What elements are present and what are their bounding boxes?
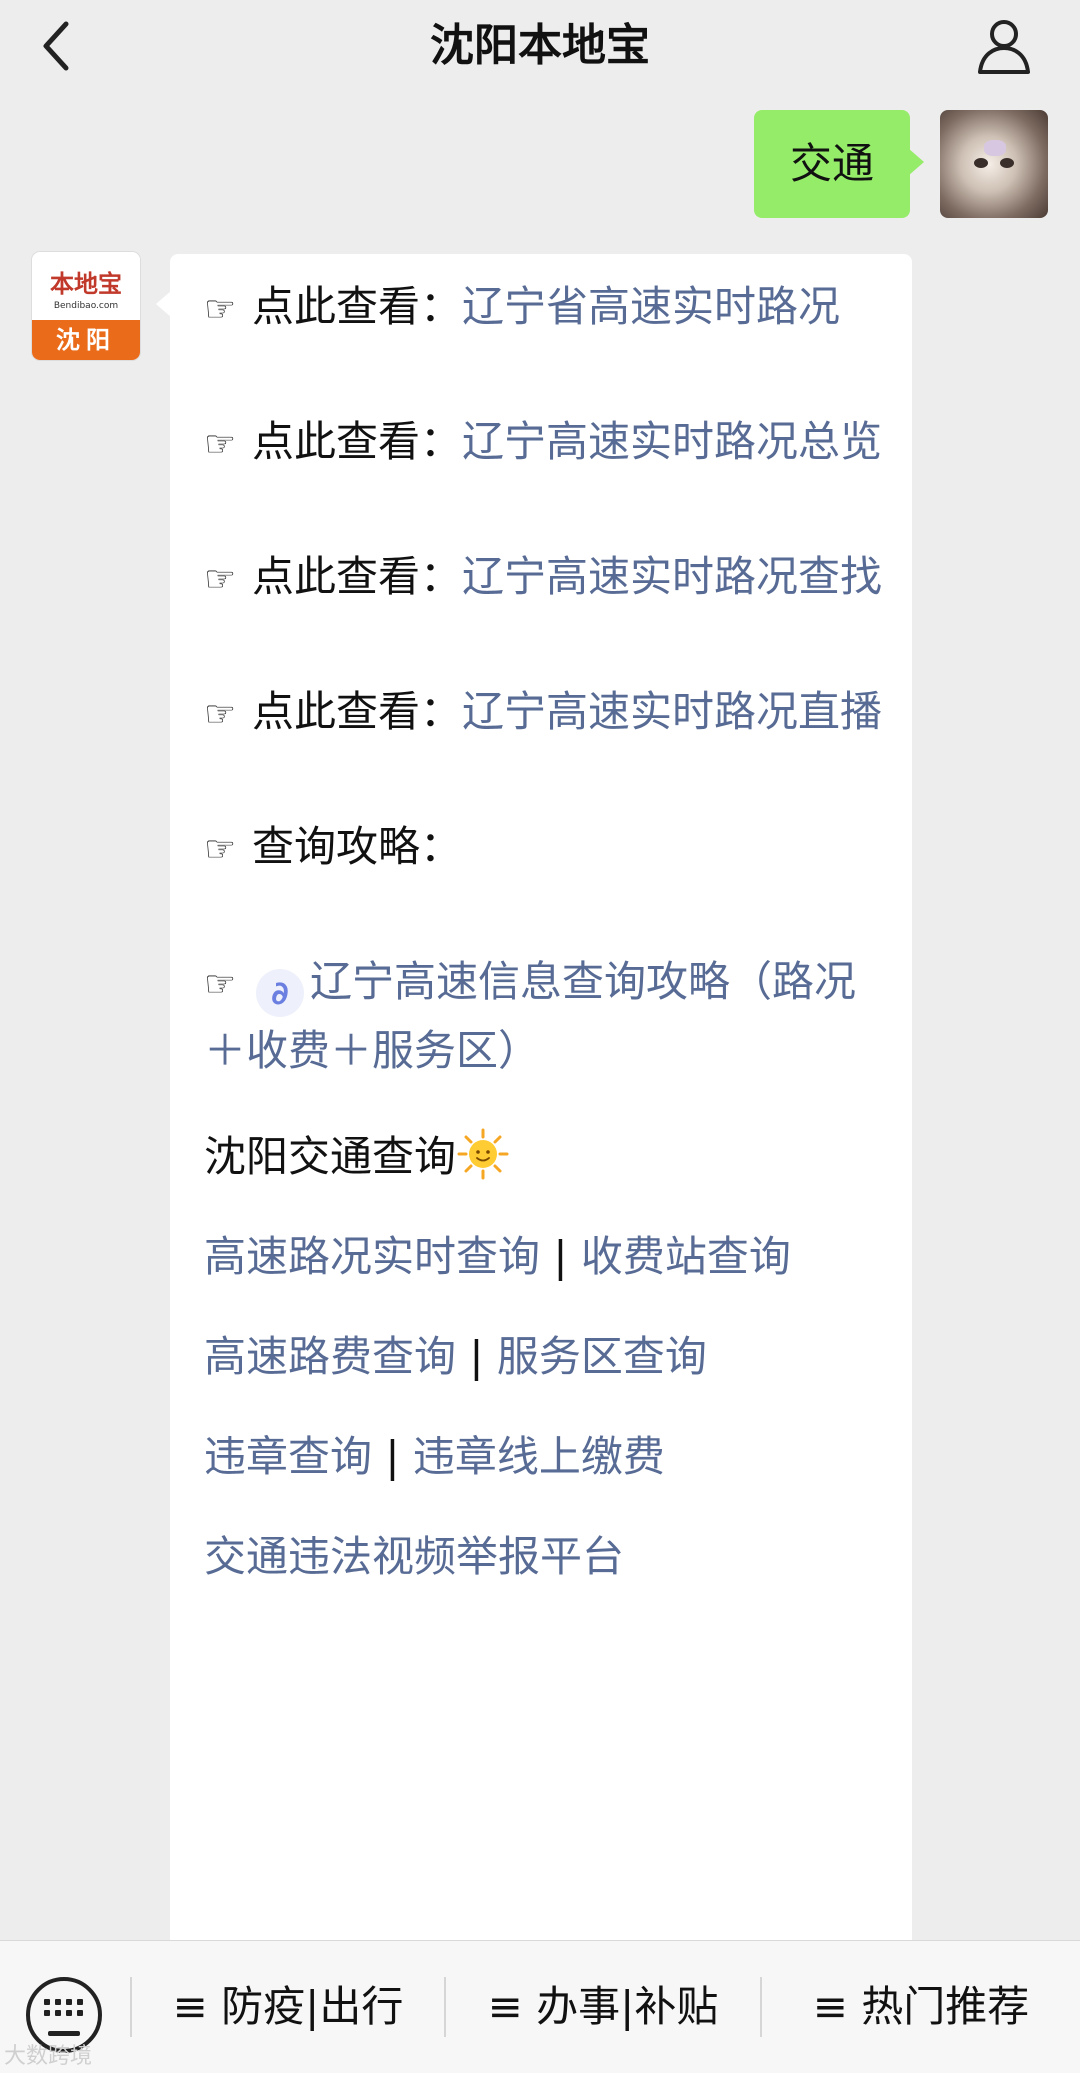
pointing-hand-icon: ☞ <box>204 964 237 1005</box>
menu-epidemic-travel[interactable]: ≡ 防疫|出行 <box>132 1941 444 2073</box>
mini-program-icon: ∂ <box>256 969 304 1017</box>
pointing-hand-icon: ☞ <box>204 559 237 600</box>
link-pair: 高速路费查询 | 服务区查询 <box>204 1324 894 1390</box>
separator: | <box>456 1332 497 1381</box>
link-road-search[interactable]: 辽宁高速实时路况查找 <box>462 552 882 601</box>
cat-eye <box>974 158 988 168</box>
cat-bow <box>984 140 1006 156</box>
section-title-text: 沈阳交通查询 <box>204 1132 457 1181</box>
link-road-live[interactable]: 辽宁高速实时路况直播 <box>462 687 882 736</box>
menu-hot-recommend[interactable]: ≡ 热门推荐 <box>762 1941 1080 2073</box>
pointing-hand-icon: ☞ <box>204 289 237 330</box>
outgoing-message-text: 交通 <box>789 139 874 188</box>
link-toll-station[interactable]: 收费站查询 <box>581 1232 791 1281</box>
list-item: ☞ 点此查看：辽宁省高速实时路况 <box>204 274 894 343</box>
cat-eye <box>1000 158 1014 168</box>
link-mini-program-guide[interactable]: 辽宁高速信息查询攻略（路况＋收费＋服务区） <box>204 957 856 1075</box>
list-item: 交通违法视频举报平台 <box>204 1524 894 1590</box>
bottom-menu-bar: ≡ 防疫|出行 ≡ 办事|补贴 ≡ 热门推荐 <box>0 1940 1080 2073</box>
avatar-city: 沈阳 <box>32 320 140 360</box>
link-pair: 高速路况实时查询 | 收费站查询 <box>204 1224 894 1290</box>
view-prefix: 点此查看： <box>252 687 463 736</box>
avatar-logo-sub: Bendibao.com <box>53 301 119 311</box>
list-item: ☞ ∂ 辽宁高速信息查询攻略（路况＋收费＋服务区） <box>204 949 894 1084</box>
link-road-overview[interactable]: 辽宁高速实时路况总览 <box>462 417 882 466</box>
user-avatar[interactable] <box>940 110 1048 218</box>
pointing-hand-icon: ☞ <box>204 694 237 735</box>
link-highway-realtime[interactable]: 高速路况实时查询 <box>204 1232 540 1281</box>
outgoing-message-bubble[interactable]: 交通 <box>754 110 924 218</box>
list-item: ☞ 查询攻略： <box>204 814 894 883</box>
separator: | <box>372 1432 413 1481</box>
link-highway-fee[interactable]: 高速路费查询 <box>204 1332 456 1381</box>
section-title: 沈阳交通查询 <box>204 1124 894 1190</box>
view-prefix: 点此查看： <box>252 417 463 466</box>
link-video-report[interactable]: 交通违法视频举报平台 <box>204 1532 624 1581</box>
link-road-status[interactable]: 辽宁省高速实时路况 <box>462 282 840 331</box>
profile-icon[interactable] <box>972 14 1036 78</box>
link-violation-pay[interactable]: 违章线上缴费 <box>413 1432 665 1481</box>
message-content: ☞ 点此查看：辽宁省高速实时路况 ☞ 点此查看：辽宁高速实时路况总览 ☞ 点此查看：辽… <box>204 274 894 1590</box>
view-prefix: 点此查看： <box>252 552 463 601</box>
incoming-message-bubble: ☞ 点此查看：辽宁省高速实时路况 ☞ 点此查看：辽宁高速实时路况总览 ☞ 点此查看：辽… <box>156 254 912 1954</box>
top-bar: 沈阳本地宝 <box>0 0 1080 92</box>
link-pair: 违章查询 | 违章线上缴费 <box>204 1424 894 1490</box>
avatar-logo-text: 本地宝 <box>50 269 122 298</box>
official-account-avatar[interactable]: 本地宝 Bendibao.com 沈阳 <box>32 252 140 360</box>
watermark: 大数跨境 <box>4 2044 93 2069</box>
list-item: ☞ 点此查看：辽宁高速实时路况直播 <box>204 679 894 748</box>
link-violation-query[interactable]: 违章查询 <box>204 1432 372 1481</box>
sun-emoji-icon <box>457 1128 509 1180</box>
guide-label: 查询攻略： <box>252 822 463 871</box>
menu-affairs-subsidy[interactable]: ≡ 办事|补贴 <box>446 1941 760 2073</box>
list-item: ☞ 点此查看：辽宁高速实时路况查找 <box>204 544 894 613</box>
pointing-hand-icon: ☞ <box>204 424 237 465</box>
view-prefix: 点此查看： <box>252 282 463 331</box>
separator: | <box>540 1232 581 1281</box>
link-service-area[interactable]: 服务区查询 <box>497 1332 707 1381</box>
avatar-logo: 本地宝 Bendibao.com <box>32 252 140 320</box>
list-item: ☞ 点此查看：辽宁高速实时路况总览 <box>204 409 894 478</box>
pointing-hand-icon: ☞ <box>204 829 237 870</box>
page-title: 沈阳本地宝 <box>430 20 650 71</box>
